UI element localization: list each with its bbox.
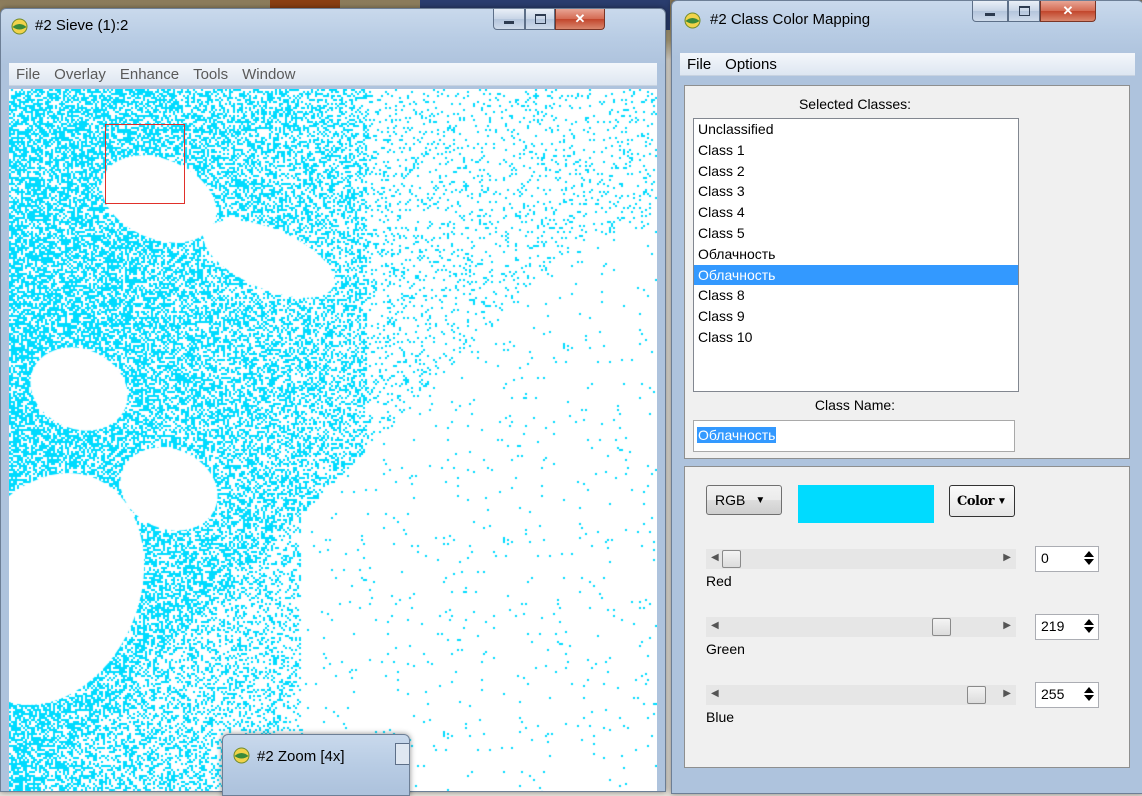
chevron-down-icon: ▼	[755, 494, 766, 506]
red-value-input[interactable]: 0	[1035, 546, 1099, 572]
spinner-arrows-icon[interactable]	[1083, 549, 1095, 567]
class-list-item[interactable]: Облачность	[694, 264, 1018, 286]
maximize-icon	[1018, 6, 1030, 16]
classification-image-view[interactable]	[9, 89, 657, 791]
sieve-window: #2 Sieve (1):2 ✕ File Overlay Enhance To…	[0, 8, 666, 792]
sieve-window-title: #2 Sieve (1):2	[35, 17, 129, 34]
green-value: 219	[1041, 618, 1065, 634]
ccm-window-title: #2 Class Color Mapping	[710, 11, 871, 28]
class-list-item[interactable]: Class 3	[694, 181, 1018, 202]
zoom-window-caption-button[interactable]	[395, 743, 409, 765]
green-label: Green	[706, 641, 745, 657]
close-icon: ✕	[1062, 3, 1074, 18]
slider-thumb[interactable]	[967, 686, 986, 704]
color-button-label: Color	[957, 493, 994, 509]
slider-right-arrow-icon[interactable]: ▶	[1003, 688, 1011, 699]
menu-tools[interactable]: Tools	[186, 66, 235, 83]
close-button[interactable]: ✕	[555, 9, 605, 30]
current-color-swatch	[798, 485, 934, 523]
class-list-item[interactable]: Class 10	[694, 327, 1018, 348]
class-name-input[interactable]: Облачность	[693, 420, 1015, 452]
class-color-mapping-window: #2 Class Color Mapping ✕ File Options Se…	[671, 0, 1142, 794]
class-list-item[interactable]: Class 4	[694, 202, 1018, 223]
menu-options[interactable]: Options	[718, 56, 784, 73]
class-list-item[interactable]: Unclassified	[694, 119, 1018, 140]
selected-classes-label: Selected Classes:	[798, 96, 912, 112]
red-slider[interactable]: ◀ ▶	[706, 549, 1016, 569]
spinner-arrows-icon[interactable]	[1083, 685, 1095, 703]
maximize-button[interactable]	[525, 9, 555, 30]
color-model-value: RGB	[715, 492, 746, 508]
zoom-box[interactable]	[105, 124, 185, 204]
slider-left-arrow-icon[interactable]: ◀	[711, 688, 719, 699]
selected-classes-list[interactable]: Unclassified Class 1 Class 2 Class 3 Class 4…	[693, 118, 1019, 392]
blue-value: 255	[1041, 686, 1065, 702]
color-model-dropdown[interactable]: RGB ▼	[706, 485, 782, 515]
menu-file[interactable]: File	[9, 66, 47, 83]
class-list-item[interactable]: Class 2	[694, 161, 1018, 182]
class-name-value: Облачность	[697, 427, 777, 443]
green-slider[interactable]: ◀ ▶	[706, 617, 1016, 637]
minimize-icon	[504, 20, 514, 24]
ccm-menubar: File Options	[680, 53, 1135, 76]
class-list-item[interactable]: Облачность	[694, 244, 1018, 265]
envi-globe-icon	[11, 18, 28, 35]
minimize-button[interactable]	[972, 1, 1008, 22]
blue-value-input[interactable]: 255	[1035, 682, 1099, 708]
slider-thumb[interactable]	[932, 618, 952, 636]
blue-label: Blue	[706, 709, 735, 725]
maximize-button[interactable]	[1008, 1, 1040, 22]
menu-window[interactable]: Window	[235, 66, 302, 83]
slider-left-arrow-icon[interactable]: ◀	[711, 552, 719, 563]
class-list-item[interactable]: Class 1	[694, 140, 1018, 161]
sieve-menubar: File Overlay Enhance Tools Window	[9, 63, 657, 86]
ccm-caption-buttons: ✕	[972, 1, 1096, 23]
class-list-item[interactable]: Class 8	[694, 285, 1018, 306]
slider-thumb[interactable]	[722, 550, 741, 568]
zoom-window-title: #2 Zoom [4x]	[257, 748, 345, 765]
spinner-arrows-icon[interactable]	[1083, 617, 1095, 635]
minimize-icon	[985, 12, 995, 16]
class-name-label: Class Name:	[814, 397, 896, 413]
menu-overlay[interactable]: Overlay	[47, 66, 113, 83]
close-icon: ✕	[574, 11, 586, 26]
envi-globe-icon	[684, 12, 701, 29]
blue-slider[interactable]: ◀ ▶	[706, 685, 1016, 705]
class-selection-panel: Selected Classes: Unclassified Class 1 Cla…	[684, 85, 1130, 459]
color-edit-panel: RGB ▼ Color ▼ ◀ ▶ Red 0 ◀ ▶ Green 219 ◀ ▶ Blue 255	[684, 466, 1130, 768]
red-label: Red	[706, 573, 732, 589]
sieve-caption-buttons: ✕	[493, 9, 605, 31]
menu-enhance[interactable]: Enhance	[113, 66, 186, 83]
menu-file[interactable]: File	[680, 56, 718, 73]
slider-right-arrow-icon[interactable]: ▶	[1003, 620, 1011, 631]
color-button[interactable]: Color ▼	[949, 485, 1015, 517]
slider-left-arrow-icon[interactable]: ◀	[711, 620, 719, 631]
slider-right-arrow-icon[interactable]: ▶	[1003, 552, 1011, 563]
envi-globe-icon	[233, 747, 250, 764]
class-list-item[interactable]: Class 9	[694, 306, 1018, 327]
maximize-icon	[534, 14, 546, 24]
minimize-button[interactable]	[493, 9, 525, 30]
class-list-item[interactable]: Class 5	[694, 223, 1018, 244]
red-value: 0	[1041, 550, 1049, 566]
green-value-input[interactable]: 219	[1035, 614, 1099, 640]
close-button[interactable]: ✕	[1040, 1, 1096, 22]
chevron-down-icon: ▼	[996, 495, 1007, 507]
zoom-window[interactable]: #2 Zoom [4x]	[222, 734, 410, 796]
